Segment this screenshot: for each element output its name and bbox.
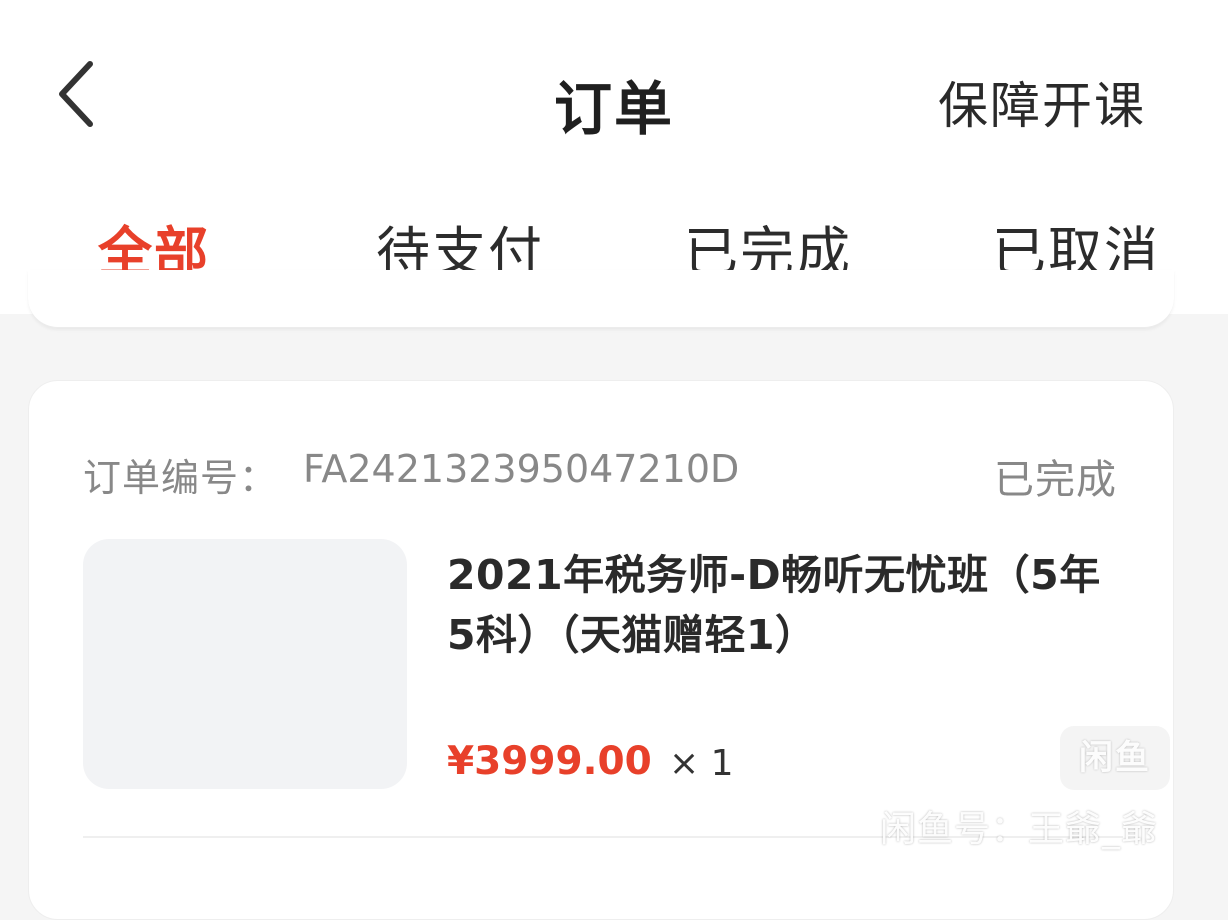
nav-bar: 订单 保障开课: [0, 0, 1228, 190]
header-area: 订单 保障开课 全部 待支付 已完成 已取消: [0, 0, 1228, 314]
order-status: 已完成: [994, 457, 1117, 503]
product-thumbnail[interactable]: [83, 539, 407, 789]
product-quantity: × 1: [669, 743, 734, 784]
guarantee-course-link[interactable]: 保障开课: [938, 66, 1146, 138]
watermark-logo: 闲鱼: [1060, 726, 1170, 790]
watermark-text: 闲鱼号：王爺_爺: [880, 809, 1159, 850]
product-price: ¥3999.00: [447, 739, 652, 784]
product-name[interactable]: 2021年税务师-D畅听无忧班（5年5科）（天猫赠轻1）: [447, 545, 1127, 665]
previous-order-card-edge: [28, 270, 1174, 328]
order-number: FA242132395047210D: [303, 447, 740, 491]
order-number-label: 订单编号：: [83, 456, 279, 500]
